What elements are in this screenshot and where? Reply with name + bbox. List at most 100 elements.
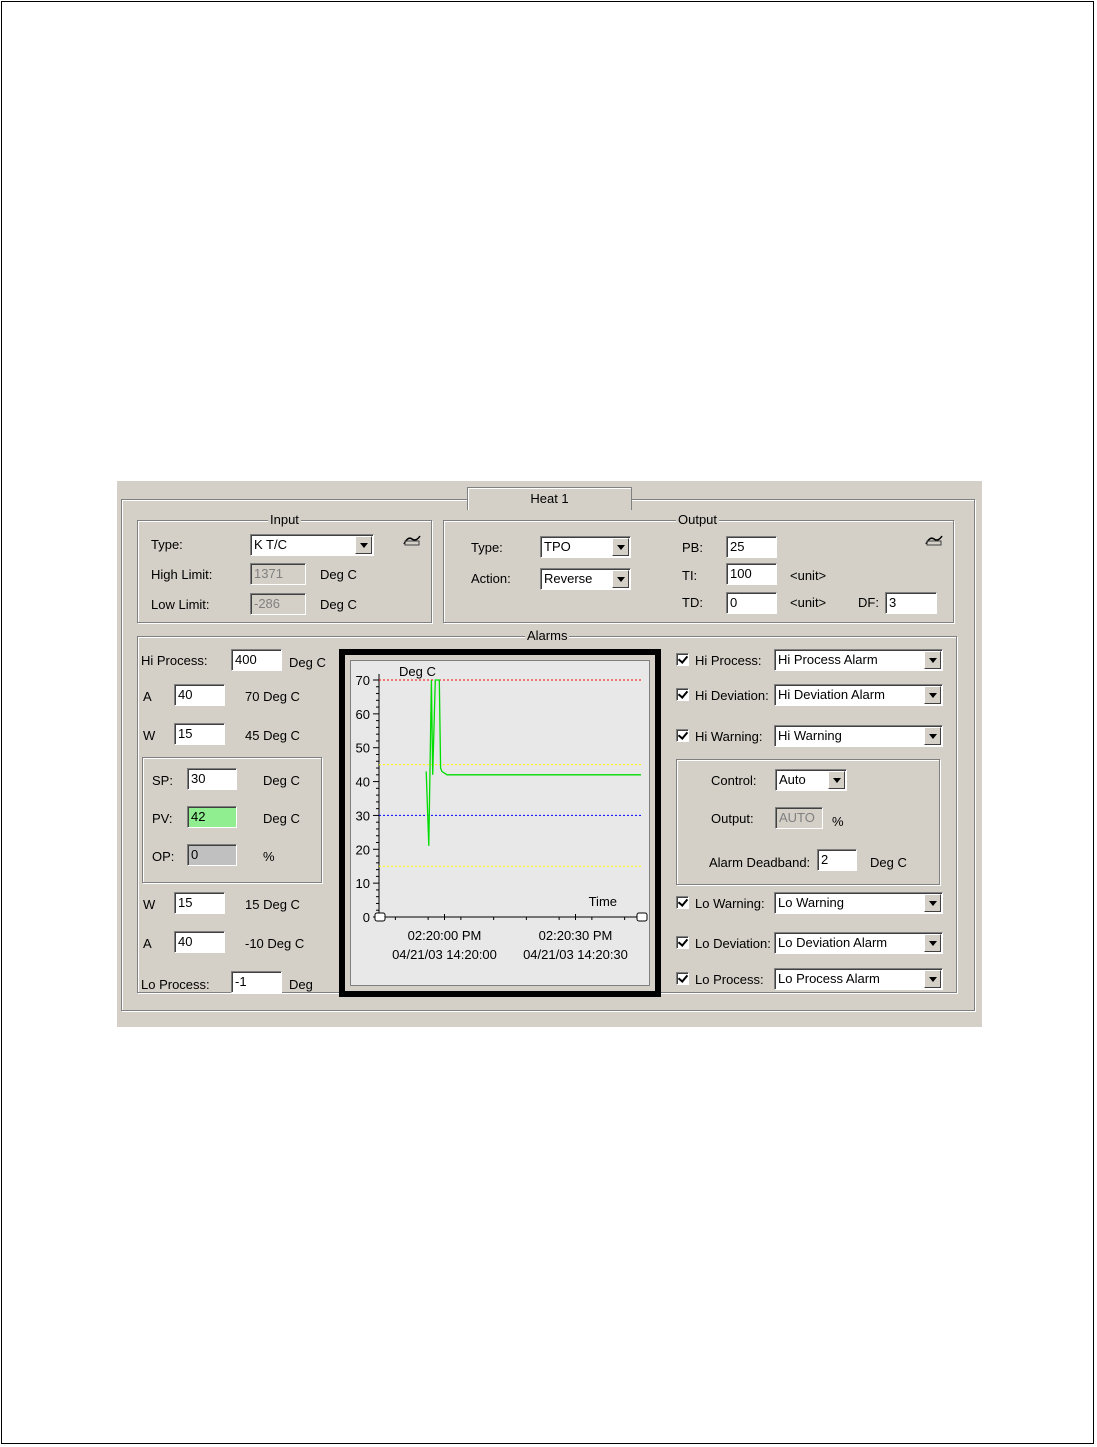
alarm-deadband-field[interactable]: 2: [817, 849, 857, 871]
hi-process-alarm-checkbox[interactable]: [676, 653, 689, 666]
lo-warning-offset-label: W: [143, 897, 156, 912]
input-group-title: Input: [268, 512, 301, 528]
output-type-label: Type:: [471, 540, 503, 555]
y-tick-label: 20: [356, 842, 370, 857]
tab-heat-1-label: Heat 1: [530, 491, 569, 506]
hi-alarm-offset-field[interactable]: 40: [174, 684, 225, 706]
ti-unit: <unit>: [790, 568, 827, 583]
sp-field[interactable]: 30: [187, 768, 237, 790]
lo-process-field[interactable]: -1: [231, 971, 282, 993]
trend-chart: 0 10 20 30 40 50 60 70 Deg C 02:20:00 PM 04/21/03 …: [356, 664, 648, 962]
op-field[interactable]: 0: [187, 844, 237, 866]
hi-deviation-alarm-checkbox[interactable]: [676, 688, 689, 701]
lo-warning-alarm-value: Lo Warning: [778, 895, 844, 910]
op-label: OP:: [152, 849, 175, 864]
hi-warning-offset-field[interactable]: 15: [174, 723, 225, 745]
df-field[interactable]: 3: [885, 592, 937, 614]
curve-edit-icon[interactable]: [925, 533, 943, 547]
alarm-output-unit: %: [832, 814, 844, 829]
hi-warning-alarm-checkbox[interactable]: [676, 729, 689, 742]
td-unit: <unit>: [790, 595, 827, 610]
alarm-output-field[interactable]: AUTO: [775, 807, 823, 829]
chevron-down-icon[interactable]: [924, 651, 941, 669]
y-tick-label: 0: [363, 910, 370, 925]
y-axis-title: Deg C: [399, 664, 436, 679]
lo-warning-alarm-label: Lo Warning:: [695, 896, 765, 911]
hi-process-alarm-label: Hi Process:: [695, 653, 762, 668]
lo-deviation-alarm-checkbox[interactable]: [676, 936, 689, 949]
hi-process-unit: Deg C: [289, 655, 326, 670]
chevron-down-icon[interactable]: [924, 727, 941, 745]
scroll-handle-right-icon: [636, 912, 648, 922]
action-select[interactable]: Reverse: [540, 568, 631, 590]
lo-process-unit: Deg: [289, 977, 313, 992]
lo-deviation-alarm-value: Lo Deviation Alarm: [778, 935, 888, 950]
output-group-title: Output: [676, 512, 720, 528]
hi-warning-offset-result: 45 Deg C: [245, 728, 300, 743]
pv-unit: Deg C: [263, 811, 300, 826]
lo-process-alarm-checkbox[interactable]: [676, 972, 689, 985]
hi-alarm-offset-label: A: [143, 689, 152, 704]
x-axis-title: Time: [589, 894, 617, 909]
chevron-down-icon[interactable]: [924, 934, 941, 952]
ti-label: TI:: [682, 568, 698, 583]
x-tick-label: 02:20:30 PM: [539, 928, 613, 943]
lo-warning-offset-field[interactable]: 15: [174, 892, 225, 914]
chevron-down-icon[interactable]: [612, 570, 629, 588]
ti-field[interactable]: 100: [726, 563, 777, 585]
td-field[interactable]: 0: [726, 592, 777, 614]
chevron-down-icon[interactable]: [924, 894, 941, 912]
chevron-down-icon[interactable]: [924, 686, 941, 704]
lo-deviation-alarm-select[interactable]: Lo Deviation Alarm: [774, 932, 943, 954]
input-type-select[interactable]: K T/C: [250, 534, 374, 556]
hi-deviation-alarm-label: Hi Deviation:: [695, 688, 769, 703]
tab-heat-1[interactable]: Heat 1: [467, 487, 632, 510]
lo-warning-alarm-select[interactable]: Lo Warning: [774, 892, 943, 914]
lo-process-alarm-value: Lo Process Alarm: [778, 971, 880, 986]
pv-label: PV:: [152, 811, 173, 826]
high-limit-field[interactable]: 1371: [250, 563, 306, 585]
pv-field[interactable]: 42: [187, 806, 237, 828]
lo-alarm-offset-label: A: [143, 936, 152, 951]
hi-process-field[interactable]: 400: [231, 649, 282, 671]
low-limit-field[interactable]: -286: [250, 593, 306, 615]
chevron-down-icon[interactable]: [828, 771, 845, 789]
pb-field[interactable]: 25: [726, 536, 777, 558]
pb-label: PB:: [682, 540, 703, 555]
hi-deviation-alarm-select[interactable]: Hi Deviation Alarm: [774, 684, 943, 706]
sp-unit: Deg C: [263, 773, 300, 788]
input-type-value: K T/C: [254, 537, 287, 552]
df-label: DF:: [858, 595, 879, 610]
x-tick-sublabel: 04/21/03 14:20:00: [392, 947, 497, 962]
control-select[interactable]: Auto: [775, 769, 847, 791]
output-type-value: TPO: [544, 539, 571, 554]
lo-process-alarm-label: Lo Process:: [695, 972, 764, 987]
hi-process-alarm-select[interactable]: Hi Process Alarm: [774, 649, 943, 671]
curve-edit-icon[interactable]: [403, 533, 421, 547]
lo-warning-alarm-checkbox[interactable]: [676, 896, 689, 909]
lo-deviation-alarm-label: Lo Deviation:: [695, 936, 771, 951]
hi-alarm-offset-result: 70 Deg C: [245, 689, 300, 704]
output-type-select[interactable]: TPO: [540, 536, 631, 558]
alarms-group-title: Alarms: [525, 628, 570, 644]
hi-warning-alarm-select[interactable]: Hi Warning: [774, 725, 943, 747]
alarm-deadband-unit: Deg C: [870, 855, 907, 870]
alarm-output-label: Output:: [711, 811, 754, 826]
lo-alarm-offset-field[interactable]: 40: [174, 931, 225, 953]
x-tick-label: 02:20:00 PM: [408, 928, 482, 943]
low-limit-label: Low Limit:: [151, 597, 210, 612]
scroll-handle-left-icon: [374, 912, 386, 922]
td-label: TD:: [682, 595, 703, 610]
op-unit: %: [263, 849, 275, 864]
y-tick-label: 40: [356, 775, 370, 790]
high-limit-unit: Deg C: [320, 567, 357, 582]
hi-warning-offset-label: W: [143, 728, 156, 743]
action-label: Action:: [471, 571, 511, 586]
chevron-down-icon[interactable]: [924, 970, 941, 988]
heat-controller-panel: Heat 1 Input Type: K T/C High Limit: 137…: [117, 481, 982, 1027]
hi-process-label: Hi Process:: [141, 653, 208, 668]
lo-process-alarm-select[interactable]: Lo Process Alarm: [774, 968, 943, 990]
chevron-down-icon[interactable]: [355, 536, 372, 554]
y-tick-label: 70: [356, 673, 370, 688]
chevron-down-icon[interactable]: [612, 538, 629, 556]
